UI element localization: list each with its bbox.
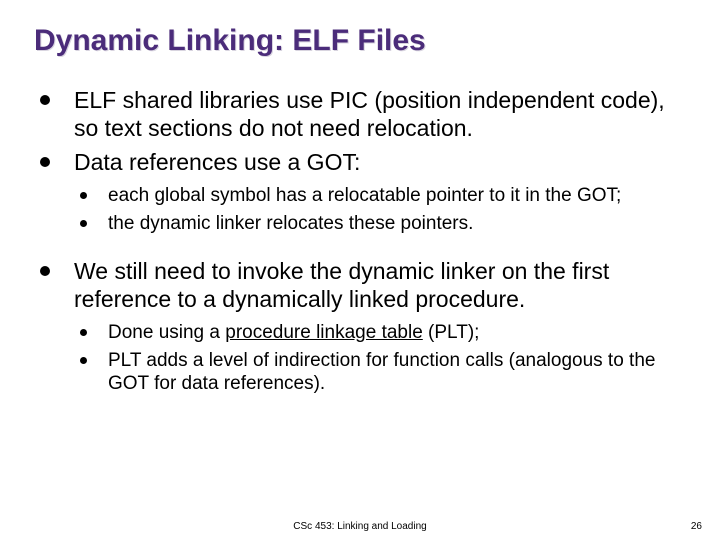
underlined-text: procedure linkage table <box>225 322 423 343</box>
sub-bullet-item: each global symbol has a relocatable poi… <box>74 184 686 208</box>
page-number: 26 <box>691 521 702 532</box>
bullet-text: ELF shared libraries use PIC (position i… <box>74 87 665 141</box>
sub-bullet-text: (PLT); <box>423 322 480 343</box>
sub-bullet-list: each global symbol has a relocatable poi… <box>74 184 686 235</box>
sub-bullet-item: PLT adds a level of indirection for func… <box>74 349 686 396</box>
bullet-item: ELF shared libraries use PIC (position i… <box>34 86 686 142</box>
slide-title: Dynamic Linking: ELF Files <box>34 24 686 58</box>
bullet-item: Data references use a GOT: each global s… <box>34 148 686 235</box>
sub-bullet-text: each global symbol has a relocatable poi… <box>108 185 621 206</box>
bullet-list: We still need to invoke the dynamic link… <box>34 257 686 396</box>
sub-bullet-text: PLT adds a level of indirection for func… <box>108 350 655 395</box>
slide: Dynamic Linking: ELF Files ELF shared li… <box>0 0 720 540</box>
sub-bullet-item: the dynamic linker relocates these point… <box>74 212 686 236</box>
spacer <box>34 241 686 257</box>
bullet-text: We still need to invoke the dynamic link… <box>74 258 609 312</box>
bullet-text: Data references use a GOT: <box>74 149 360 175</box>
bullet-list: ELF shared libraries use PIC (position i… <box>34 86 686 235</box>
sub-bullet-item: Done using a procedure linkage table (PL… <box>74 321 686 345</box>
sub-bullet-list: Done using a procedure linkage table (PL… <box>74 321 686 396</box>
sub-bullet-text: the dynamic linker relocates these point… <box>108 213 473 234</box>
footer-center: CSc 453: Linking and Loading <box>0 521 720 532</box>
sub-bullet-text: Done using a <box>108 322 225 343</box>
bullet-item: We still need to invoke the dynamic link… <box>34 257 686 396</box>
